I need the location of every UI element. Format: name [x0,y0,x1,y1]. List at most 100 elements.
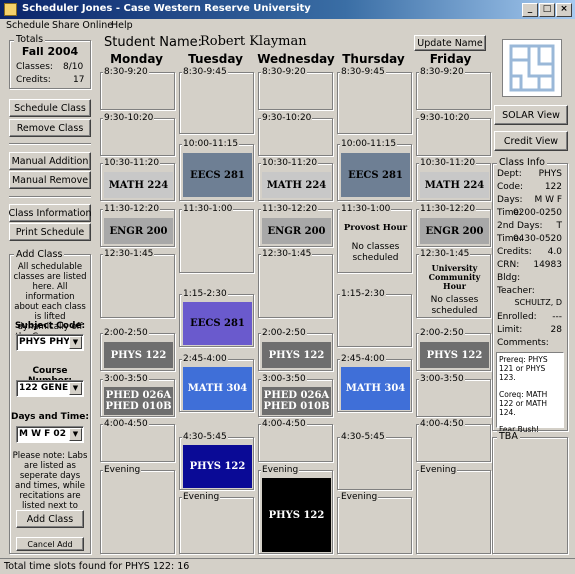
slot-thu-7[interactable]: Evening [337,492,412,554]
comments-box[interactable]: Prereq: PHYS 121 or PHYS 123. Coreq: MAT… [496,352,564,434]
separator [9,196,91,198]
slot-wed-3[interactable]: 10:30-11:20 MATH 224 [258,158,333,201]
solar-view-button[interactable]: SOLAR View [494,105,568,125]
slot-time: 12:30-1:45 [419,249,471,259]
close-button[interactable]: × [556,3,572,17]
slot-tue-4[interactable]: 1:15-2:30 EECS 281 [179,289,254,347]
slot-tue-2[interactable]: 10:00-11:15 EECS 281 [179,139,254,201]
menu-share-online[interactable]: Share Online [52,20,113,31]
class-block[interactable]: PHED 026A PHED 010B [262,387,331,415]
class-block[interactable]: PHYS 122 [262,478,331,552]
slot-fri-7[interactable]: 3:00-3:50 [416,374,491,417]
slot-tue-3[interactable]: 11:30-1:00 [179,204,254,273]
slot-time: 8:30-9:20 [261,67,307,77]
slot-fri-3[interactable]: 10:30-11:20 MATH 224 [416,158,491,201]
crn-label: CRN: [497,260,520,270]
slot-fri-8[interactable]: 4:00-4:50 [416,419,491,462]
days-time-select[interactable]: M W F 02 ▼ [16,426,84,443]
slot-time: 4:30-5:45 [182,432,228,442]
class-block[interactable]: MATH 224 [420,172,489,198]
slot-tue-5[interactable]: 2:45-4:00 MATH 304 [179,354,254,412]
subject-code-select[interactable]: PHYS PHY ▼ [16,334,84,351]
slot-tue-1[interactable]: 8:30-9:45 [179,67,254,134]
slot-wed-6[interactable]: 2:00-2:50 PHYS 122 [258,328,333,371]
class-block[interactable]: ENGR 200 [262,218,331,244]
code-value: 122 [544,182,562,192]
slot-time: 3:00-3:50 [419,374,465,384]
slot-wed-2[interactable]: 9:30-10:20 [258,113,333,156]
cancel-add-button[interactable]: Cancel Add [16,537,84,551]
course-number-select[interactable]: 122 GENE ▼ [16,380,84,397]
credits-value: 17 [73,75,85,85]
class-information-button[interactable]: Class Information [9,204,92,222]
slot-thu-5[interactable]: 2:45-4:00 MATH 304 [337,354,412,412]
schedule-class-button[interactable]: Schedule Class [9,99,91,117]
slot-fri-9[interactable]: Evening [416,465,491,554]
slot-fri-6[interactable]: 2:00-2:50 PHYS 122 [416,328,491,371]
maximize-button[interactable]: □ [539,3,555,17]
slot-mon-9[interactable]: Evening [100,465,175,554]
community-hour-title: University Community Hour [428,263,481,291]
slot-wed-8[interactable]: 4:00-4:50 [258,419,333,462]
slot-fri-1[interactable]: 8:30-9:20 [416,67,491,110]
manual-remove-button[interactable]: Manual Remove [9,171,91,189]
minimize-button[interactable]: _ [522,3,538,17]
slot-time: 2:00-2:50 [103,328,149,338]
class-block[interactable]: ENGR 200 [420,218,489,244]
add-class-button[interactable]: Add Class [16,510,84,528]
app-icon [4,3,17,16]
slot-time: Evening [419,465,458,475]
slot-time: 1:15-2:30 [182,289,228,299]
slot-thu-4[interactable]: 1:15-2:30 [337,289,412,347]
class-block[interactable]: MATH 224 [262,172,331,198]
slot-mon-4[interactable]: 11:30-12:20 ENGR 200 [100,204,175,247]
dropdown-arrow-icon: ▼ [69,428,82,441]
class-block[interactable]: EECS 281 [341,153,410,197]
slot-wed-7[interactable]: 3:00-3:50 PHED 026A PHED 010B [258,374,333,417]
class-block[interactable]: MATH 304 [341,367,410,410]
status-text: Total time slots found for PHYS 122: 16 [4,561,190,572]
slot-mon-7[interactable]: 3:00-3:50 PHED 026A PHED 010B [100,374,175,417]
days-value: M W F [534,195,562,205]
slot-fri-4[interactable]: 11:30-12:20 ENGR 200 [416,204,491,247]
slot-mon-5[interactable]: 12:30-1:45 [100,249,175,318]
credit-view-button[interactable]: Credit View [494,131,568,151]
class-block[interactable]: ENGR 200 [104,218,173,244]
menu-help[interactable]: Help [111,20,133,31]
print-schedule-button[interactable]: Print Schedule [9,223,91,241]
manual-addition-button[interactable]: Manual Addition [9,152,91,170]
class-block[interactable]: PHYS 122 [104,342,173,368]
student-name-label: Student Name: [104,35,203,50]
slot-tue-7[interactable]: Evening [179,492,254,554]
slot-mon-1[interactable]: 8:30-9:20 [100,67,175,110]
class-block[interactable]: MATH 304 [183,367,252,410]
slot-tue-6[interactable]: 4:30-5:45 PHYS 122 [179,432,254,490]
update-name-button[interactable]: Update Name [414,35,486,51]
slot-wed-4[interactable]: 11:30-12:20 ENGR 200 [258,204,333,247]
credits-label: Credits: [16,75,51,85]
slot-wed-5[interactable]: 12:30-1:45 [258,249,333,318]
class-block[interactable]: PHYS 122 [183,445,252,488]
class-block[interactable]: PHED 026A PHED 010B [104,387,173,415]
menu-schedule[interactable]: Schedule [6,20,50,31]
slot-mon-2[interactable]: 9:30-10:20 [100,113,175,156]
slot-mon-8[interactable]: 4:00-4:50 [100,419,175,462]
dropdown-arrow-icon: ▼ [69,336,82,349]
class-block[interactable]: MATH 224 [104,172,173,198]
slot-thu-6[interactable]: 4:30-5:45 [337,432,412,490]
class-block[interactable]: EECS 281 [183,153,252,197]
class-block[interactable]: PHYS 122 [420,342,489,368]
remove-class-button[interactable]: Remove Class [9,119,91,137]
slot-mon-6[interactable]: 2:00-2:50 PHYS 122 [100,328,175,371]
slot-mon-3[interactable]: 10:30-11:20 MATH 224 [100,158,175,201]
slot-fri-2[interactable]: 9:30-10:20 [416,113,491,156]
class-block[interactable]: PHYS 122 [262,342,331,368]
slot-time: 10:30-11:20 [419,158,477,168]
class-block[interactable]: EECS 281 [183,302,252,345]
slot-thu-3: 11:30-1:00 Provost Hour No classes sched… [337,204,412,273]
slot-wed-9[interactable]: Evening PHYS 122 [258,465,333,554]
slot-wed-1[interactable]: 8:30-9:20 [258,67,333,110]
slot-thu-2[interactable]: 10:00-11:15 EECS 281 [337,139,412,201]
slot-time: Evening [261,465,300,475]
slot-thu-1[interactable]: 8:30-9:45 [337,67,412,134]
